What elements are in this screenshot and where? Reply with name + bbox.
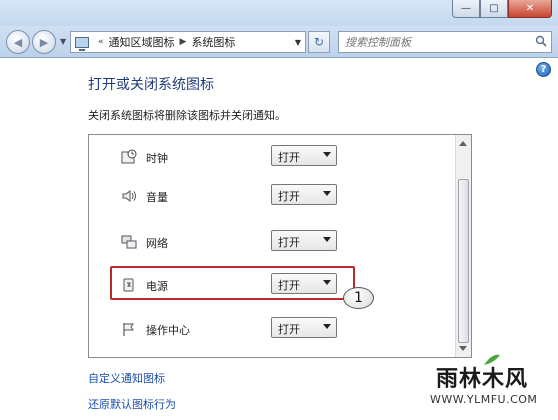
dropdown-arrow-icon xyxy=(323,191,331,196)
help-icon[interactable]: ? xyxy=(536,62,551,77)
list-item-network: 网络 打开 xyxy=(89,226,455,256)
item-label: 时钟 xyxy=(146,152,168,165)
select-value: 打开 xyxy=(278,151,300,164)
watermark-url: WWW.YLMFU.COM xyxy=(430,393,538,406)
back-button[interactable]: ◀ xyxy=(6,30,30,54)
back-arrow-icon: ◀ xyxy=(13,35,23,49)
page-description: 关闭系统图标将删除该图标并关闭通知。 xyxy=(88,109,286,122)
maximize-button[interactable]: □ xyxy=(480,0,508,18)
control-panel-icon xyxy=(75,36,89,51)
close-button[interactable]: ✕ xyxy=(508,0,552,18)
scroll-up-icon[interactable] xyxy=(459,141,467,146)
watermark-brand: 雨林木风 xyxy=(436,367,529,392)
volume-icon xyxy=(122,190,136,202)
power-row-highlight xyxy=(110,266,355,300)
breadcrumb-separator-icon[interactable]: ▶ xyxy=(180,37,187,47)
select-value: 打开 xyxy=(278,323,300,336)
refresh-button[interactable]: ↻ xyxy=(308,31,330,53)
breadcrumb-system-icons[interactable]: 系统图标 xyxy=(191,34,235,50)
action-center-behavior-select[interactable]: 打开 xyxy=(271,317,337,338)
clock-behavior-select[interactable]: 打开 xyxy=(271,145,337,166)
select-value: 打开 xyxy=(278,236,300,249)
network-icon xyxy=(121,235,137,249)
volume-behavior-select[interactable]: 打开 xyxy=(271,184,337,205)
search-box[interactable] xyxy=(338,31,552,53)
scroll-down-icon[interactable] xyxy=(459,346,467,351)
list-item-clock: 时钟 打开 xyxy=(89,141,455,171)
address-bar[interactable]: « 通知区域图标 ▶ 系统图标 ▼ xyxy=(70,31,306,53)
refresh-icon: ↻ xyxy=(313,35,325,49)
search-icon[interactable] xyxy=(535,35,547,47)
window-controls: — □ ✕ xyxy=(452,0,552,18)
item-label: 音量 xyxy=(146,191,168,204)
dropdown-arrow-icon xyxy=(323,324,331,329)
list-item-action-center: 操作中心 打开 xyxy=(89,313,455,343)
forward-button[interactable]: ▶ xyxy=(32,30,56,54)
page-title: 打开或关闭系统图标 xyxy=(88,77,214,93)
title-bar: — □ ✕ xyxy=(0,0,558,26)
dropdown-arrow-icon xyxy=(323,152,331,157)
item-label: 网络 xyxy=(146,237,168,250)
callout-badge: 1 xyxy=(343,287,374,309)
clock-icon xyxy=(121,149,137,164)
system-icons-list: 时钟 打开 音量 打开 网络 打开 电源 打开 操作中心 打开 xyxy=(88,134,472,358)
search-input[interactable] xyxy=(345,35,525,49)
minimize-button[interactable]: — xyxy=(452,0,480,18)
address-dropdown-icon[interactable]: ▼ xyxy=(295,38,301,47)
recent-pages-dropdown-icon[interactable]: ▼ xyxy=(60,37,66,46)
breadcrumb-overflow-icon[interactable]: « xyxy=(98,37,104,47)
item-label: 操作中心 xyxy=(146,324,190,337)
list-scrollbar[interactable] xyxy=(455,135,471,357)
network-behavior-select[interactable]: 打开 xyxy=(271,230,337,251)
forward-arrow-icon: ▶ xyxy=(39,35,49,49)
scroll-thumb[interactable] xyxy=(458,179,469,343)
restore-default-icon-behavior-link[interactable]: 还原默认图标行为 xyxy=(88,396,176,412)
select-value: 打开 xyxy=(278,190,300,203)
breadcrumb-notification-icons[interactable]: 通知区域图标 xyxy=(109,34,175,50)
list-item-volume: 音量 打开 xyxy=(89,180,455,210)
address-toolbar: ◀ ▶ ▼ « 通知区域图标 ▶ 系统图标 ▼ ↻ xyxy=(0,26,558,58)
dropdown-arrow-icon xyxy=(323,237,331,242)
customize-notification-icons-link[interactable]: 自定义通知图标 xyxy=(88,370,165,386)
flag-icon xyxy=(123,323,134,336)
watermark: 雨林木风 WWW.YLMFU.COM xyxy=(424,354,552,413)
